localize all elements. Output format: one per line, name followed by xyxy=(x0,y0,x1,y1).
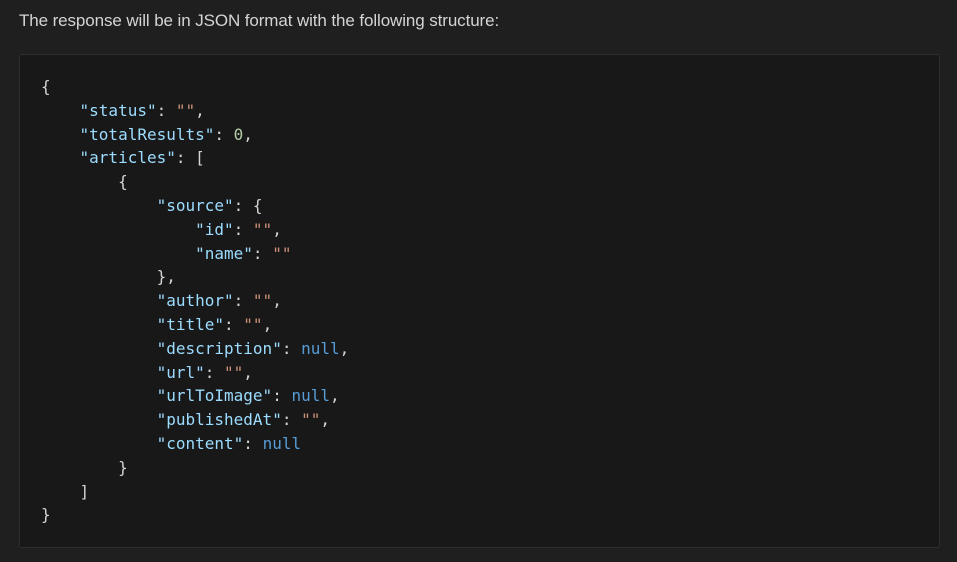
code-token-punc: : xyxy=(156,100,176,120)
code-token-punc: , xyxy=(320,410,330,430)
code-line: "articles": [ xyxy=(41,146,349,170)
code-line: "title": "", xyxy=(41,313,349,337)
code-line: "urlToImage": null, xyxy=(41,384,349,408)
code-token-key: "totalResults" xyxy=(79,124,215,144)
code-token-punc: : xyxy=(243,433,263,453)
code-line: "url": "", xyxy=(41,361,349,385)
code-token-str: "" xyxy=(252,219,273,239)
code-token-str: "" xyxy=(252,291,273,311)
code-token-punc: } xyxy=(41,505,51,525)
code-token-kw: null xyxy=(262,433,302,453)
code-token-key: "author" xyxy=(156,291,234,311)
code-token-key: "description" xyxy=(156,338,282,358)
code-token-key: "content" xyxy=(156,433,244,453)
code-line: "author": "", xyxy=(41,289,349,313)
code-token-key: "status" xyxy=(79,100,157,120)
code-token-punc: , xyxy=(262,314,273,334)
code-token-punc: : xyxy=(233,219,253,239)
code-token-key: "urlToImage" xyxy=(156,386,273,406)
code-line: } xyxy=(41,503,349,527)
code-token-punc: : xyxy=(214,124,234,144)
code-token-punc: , xyxy=(243,124,253,144)
code-token-punc: }, xyxy=(156,267,176,287)
code-token-punc: , xyxy=(243,362,253,382)
code-line: "id": "", xyxy=(41,218,349,242)
code-token-punc: , xyxy=(272,219,282,239)
code-token-str: "" xyxy=(272,243,292,263)
code-line: "content": null xyxy=(41,432,349,456)
code-block[interactable]: { "status": "", "totalResults": 0, "arti… xyxy=(19,54,940,548)
code-token-punc: , xyxy=(272,291,282,311)
code-token-kw: null xyxy=(301,338,340,358)
intro-text: The response will be in JSON format with… xyxy=(19,11,500,30)
code-token-key: "source" xyxy=(156,195,234,215)
code-token-key: "publishedAt" xyxy=(156,410,282,430)
code-token-punc: : xyxy=(272,386,292,406)
code-line: "source": { xyxy=(41,194,349,218)
code-token-punc: ] xyxy=(79,481,90,501)
code-token-punc: } xyxy=(118,457,128,477)
code-token-punc: : xyxy=(281,410,302,430)
code-line: "totalResults": 0, xyxy=(41,123,349,147)
code-token-str: "" xyxy=(224,362,244,382)
code-token-punc: : xyxy=(252,243,273,263)
code-token-punc: { xyxy=(118,172,128,192)
code-token-punc: : xyxy=(224,314,244,334)
code-line: "description": null, xyxy=(41,337,350,361)
code-token-key: "title" xyxy=(156,314,225,334)
code-token-kw: null xyxy=(291,386,330,406)
code-line: "status": "", xyxy=(41,99,349,123)
code-token-str: "" xyxy=(175,100,196,120)
code-token-key: "name" xyxy=(195,243,253,263)
code-line: { xyxy=(41,75,349,99)
code-token-str: "" xyxy=(301,410,321,430)
code-token-punc: : { xyxy=(233,195,263,215)
code-token-key: "articles" xyxy=(79,148,176,168)
code-line: "name": "" xyxy=(41,242,349,266)
code-token-punc: : xyxy=(281,338,302,358)
code-token-key: "id" xyxy=(195,219,234,239)
code-token-punc: , xyxy=(329,386,340,406)
code-line: ] xyxy=(41,480,349,504)
code-token-punc: : xyxy=(233,291,253,311)
json-code[interactable]: { "status": "", "totalResults": 0, "arti… xyxy=(41,75,349,527)
code-token-key: "url" xyxy=(156,362,205,382)
code-line: } xyxy=(41,456,349,480)
code-line: "publishedAt": "", xyxy=(41,408,349,432)
code-line: { xyxy=(41,170,349,194)
code-token-punc: , xyxy=(339,338,350,358)
code-line: }, xyxy=(41,265,349,289)
code-token-str: "" xyxy=(243,314,263,334)
code-token-punc: { xyxy=(41,77,51,96)
code-token-punc: : xyxy=(204,362,225,382)
code-token-punc: : [ xyxy=(175,148,205,168)
code-token-num: 0 xyxy=(233,124,244,144)
code-token-punc: , xyxy=(195,100,205,120)
